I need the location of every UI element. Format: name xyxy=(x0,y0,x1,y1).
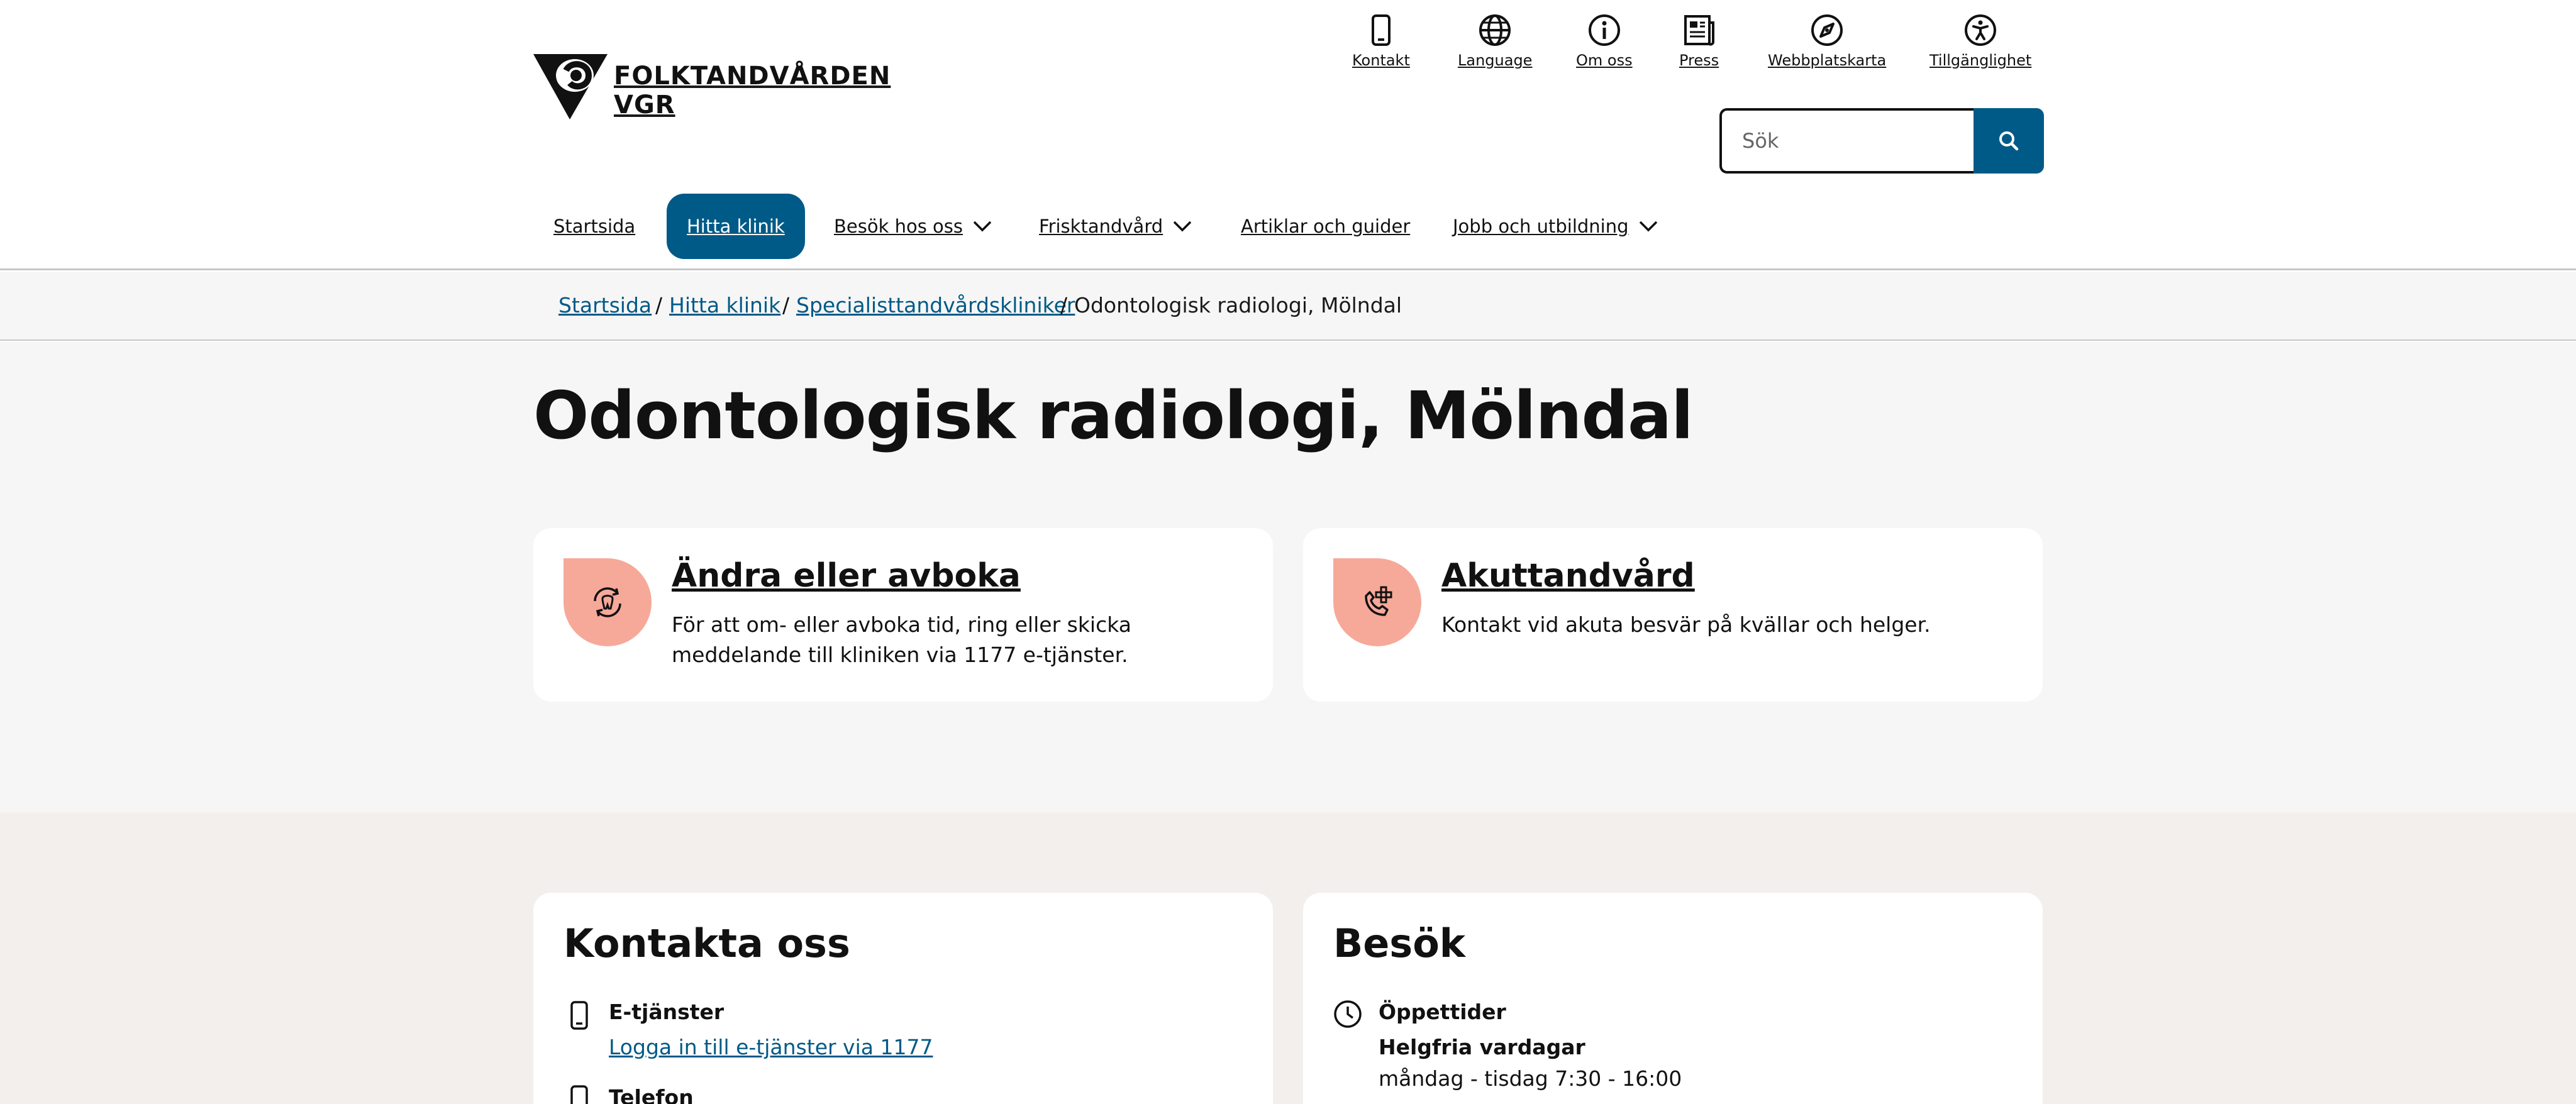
tooth-refresh-icon xyxy=(564,558,652,646)
clock-icon xyxy=(1332,997,1363,1031)
hours-label: Öppettider xyxy=(1379,1000,1506,1024)
utility-link-press[interactable]: Press xyxy=(1679,11,1719,69)
logo-line-1: FOLKTANDVÅRDEN xyxy=(614,62,891,91)
card-text: Kontakt vid akuta besvär på kvällar och … xyxy=(1441,612,1931,637)
breadcrumb-link-hitta-klinik[interactable]: Hitta klinik xyxy=(669,293,780,317)
chevron-down-icon xyxy=(1173,221,1192,232)
nav-label: Startsida xyxy=(553,216,636,237)
utility-link-om-oss[interactable]: Om oss xyxy=(1576,11,1633,69)
phone-icon xyxy=(1362,11,1400,49)
globe-icon xyxy=(1476,11,1514,49)
utility-link-webbplatskarta[interactable]: Webbplatskarta xyxy=(1768,11,1886,69)
breadcrumb-current: Odontologisk radiologi, Mölndal xyxy=(1074,293,1402,317)
chevron-down-icon xyxy=(1639,221,1658,232)
nav-item-frisktandvard[interactable]: Frisktandvård xyxy=(1039,194,1192,259)
nav-label: Frisktandvård xyxy=(1039,216,1163,237)
utility-link-tillganglighet[interactable]: Tillgänglighet xyxy=(1929,11,2031,69)
utility-label: Om oss xyxy=(1576,52,1633,69)
etjanster-label: E-tjänster xyxy=(609,1000,724,1024)
card-akuttandvard[interactable]: Akuttandvård Kontakt vid akuta besvär på… xyxy=(1303,528,2043,702)
search-input[interactable] xyxy=(1719,108,1976,174)
info-icon xyxy=(1585,11,1623,49)
logo-line-2: VGR xyxy=(614,91,675,119)
nav-item-startsida[interactable]: Startsida xyxy=(553,194,635,259)
card-text: För att om- eller avboka tid, ring eller… xyxy=(672,612,1131,667)
weekday-label: Helgfria vardagar xyxy=(1379,1035,1585,1059)
phone-label: Telefon xyxy=(609,1085,694,1104)
nav-item-jobb-och-utbildning[interactable]: Jobb och utbildning xyxy=(1453,194,1658,259)
utility-link-kontakt[interactable]: Kontakt xyxy=(1352,11,1410,69)
breadcrumb-link-specialisttandvardskliniker[interactable]: Specialisttandvårdskliniker xyxy=(796,293,1075,317)
compass-icon xyxy=(1808,11,1846,49)
utility-label: Kontakt xyxy=(1352,52,1410,69)
nav-label: Hitta klinik xyxy=(687,216,785,237)
breadcrumb-link-startsida[interactable]: Startsida xyxy=(558,293,652,317)
utility-label: Language xyxy=(1458,52,1533,69)
logo-text: FOLKTANDVÅRDEN VGR xyxy=(614,62,891,119)
card-andra-avboka[interactable]: Ändra eller avboka För att om- eller avb… xyxy=(533,528,1273,702)
contact-card: Kontakta oss E-tjänster Logga in till e-… xyxy=(533,893,1273,1104)
site-logo[interactable]: FOLKTANDVÅRDEN VGR xyxy=(533,54,890,119)
info-section xyxy=(0,812,2576,1104)
breadcrumb-separator: / xyxy=(655,293,663,317)
nav-item-hitta-klinik[interactable]: Hitta klinik xyxy=(667,194,805,259)
nav-label: Jobb och utbildning xyxy=(1453,216,1629,237)
page-title: Odontologisk radiologi, Mölndal xyxy=(533,377,1694,454)
nav-label: Artiklar och guider xyxy=(1241,216,1411,237)
search-icon xyxy=(1999,131,2019,151)
contact-title: Kontakta oss xyxy=(564,920,850,966)
nav-label: Besök hos oss xyxy=(834,216,963,237)
visit-card: Besök Öppettider Helgfria vardagar månda… xyxy=(1303,893,2043,1104)
folktandvarden-logo-icon xyxy=(533,54,608,119)
newspaper-icon xyxy=(1680,11,1718,49)
etjanster-login-link[interactable]: Logga in till e-tjänster via 1177 xyxy=(609,1035,933,1059)
breadcrumb-separator: / xyxy=(1060,293,1068,317)
nav-item-artiklar-och-guider[interactable]: Artiklar och guider xyxy=(1241,194,1410,259)
phone-icon xyxy=(564,998,595,1032)
utility-label: Tillgänglighet xyxy=(1929,52,2032,69)
phone-plus-icon xyxy=(1333,558,1421,646)
card-title: Akuttandvård xyxy=(1441,557,1695,595)
weekday-hours: måndag - tisdag 7:30 - 16:00 xyxy=(1379,1066,1682,1091)
search-button[interactable] xyxy=(1974,108,2044,174)
utility-label: Press xyxy=(1679,52,1719,69)
card-title: Ändra eller avboka xyxy=(672,557,1021,595)
nav-item-besok-hos-oss[interactable]: Besök hos oss xyxy=(834,194,992,259)
chevron-down-icon xyxy=(973,221,992,232)
phone-icon xyxy=(564,1083,595,1104)
utility-label: Webbplatskarta xyxy=(1768,52,1887,69)
accessibility-icon xyxy=(1962,11,1999,49)
breadcrumb-separator: / xyxy=(782,293,790,317)
utility-link-language[interactable]: Language xyxy=(1458,11,1532,69)
site-header: FOLKTANDVÅRDEN VGR Kontakt Language Om o… xyxy=(0,0,2576,270)
search-form xyxy=(1719,108,2044,174)
visit-title: Besök xyxy=(1333,920,1466,966)
